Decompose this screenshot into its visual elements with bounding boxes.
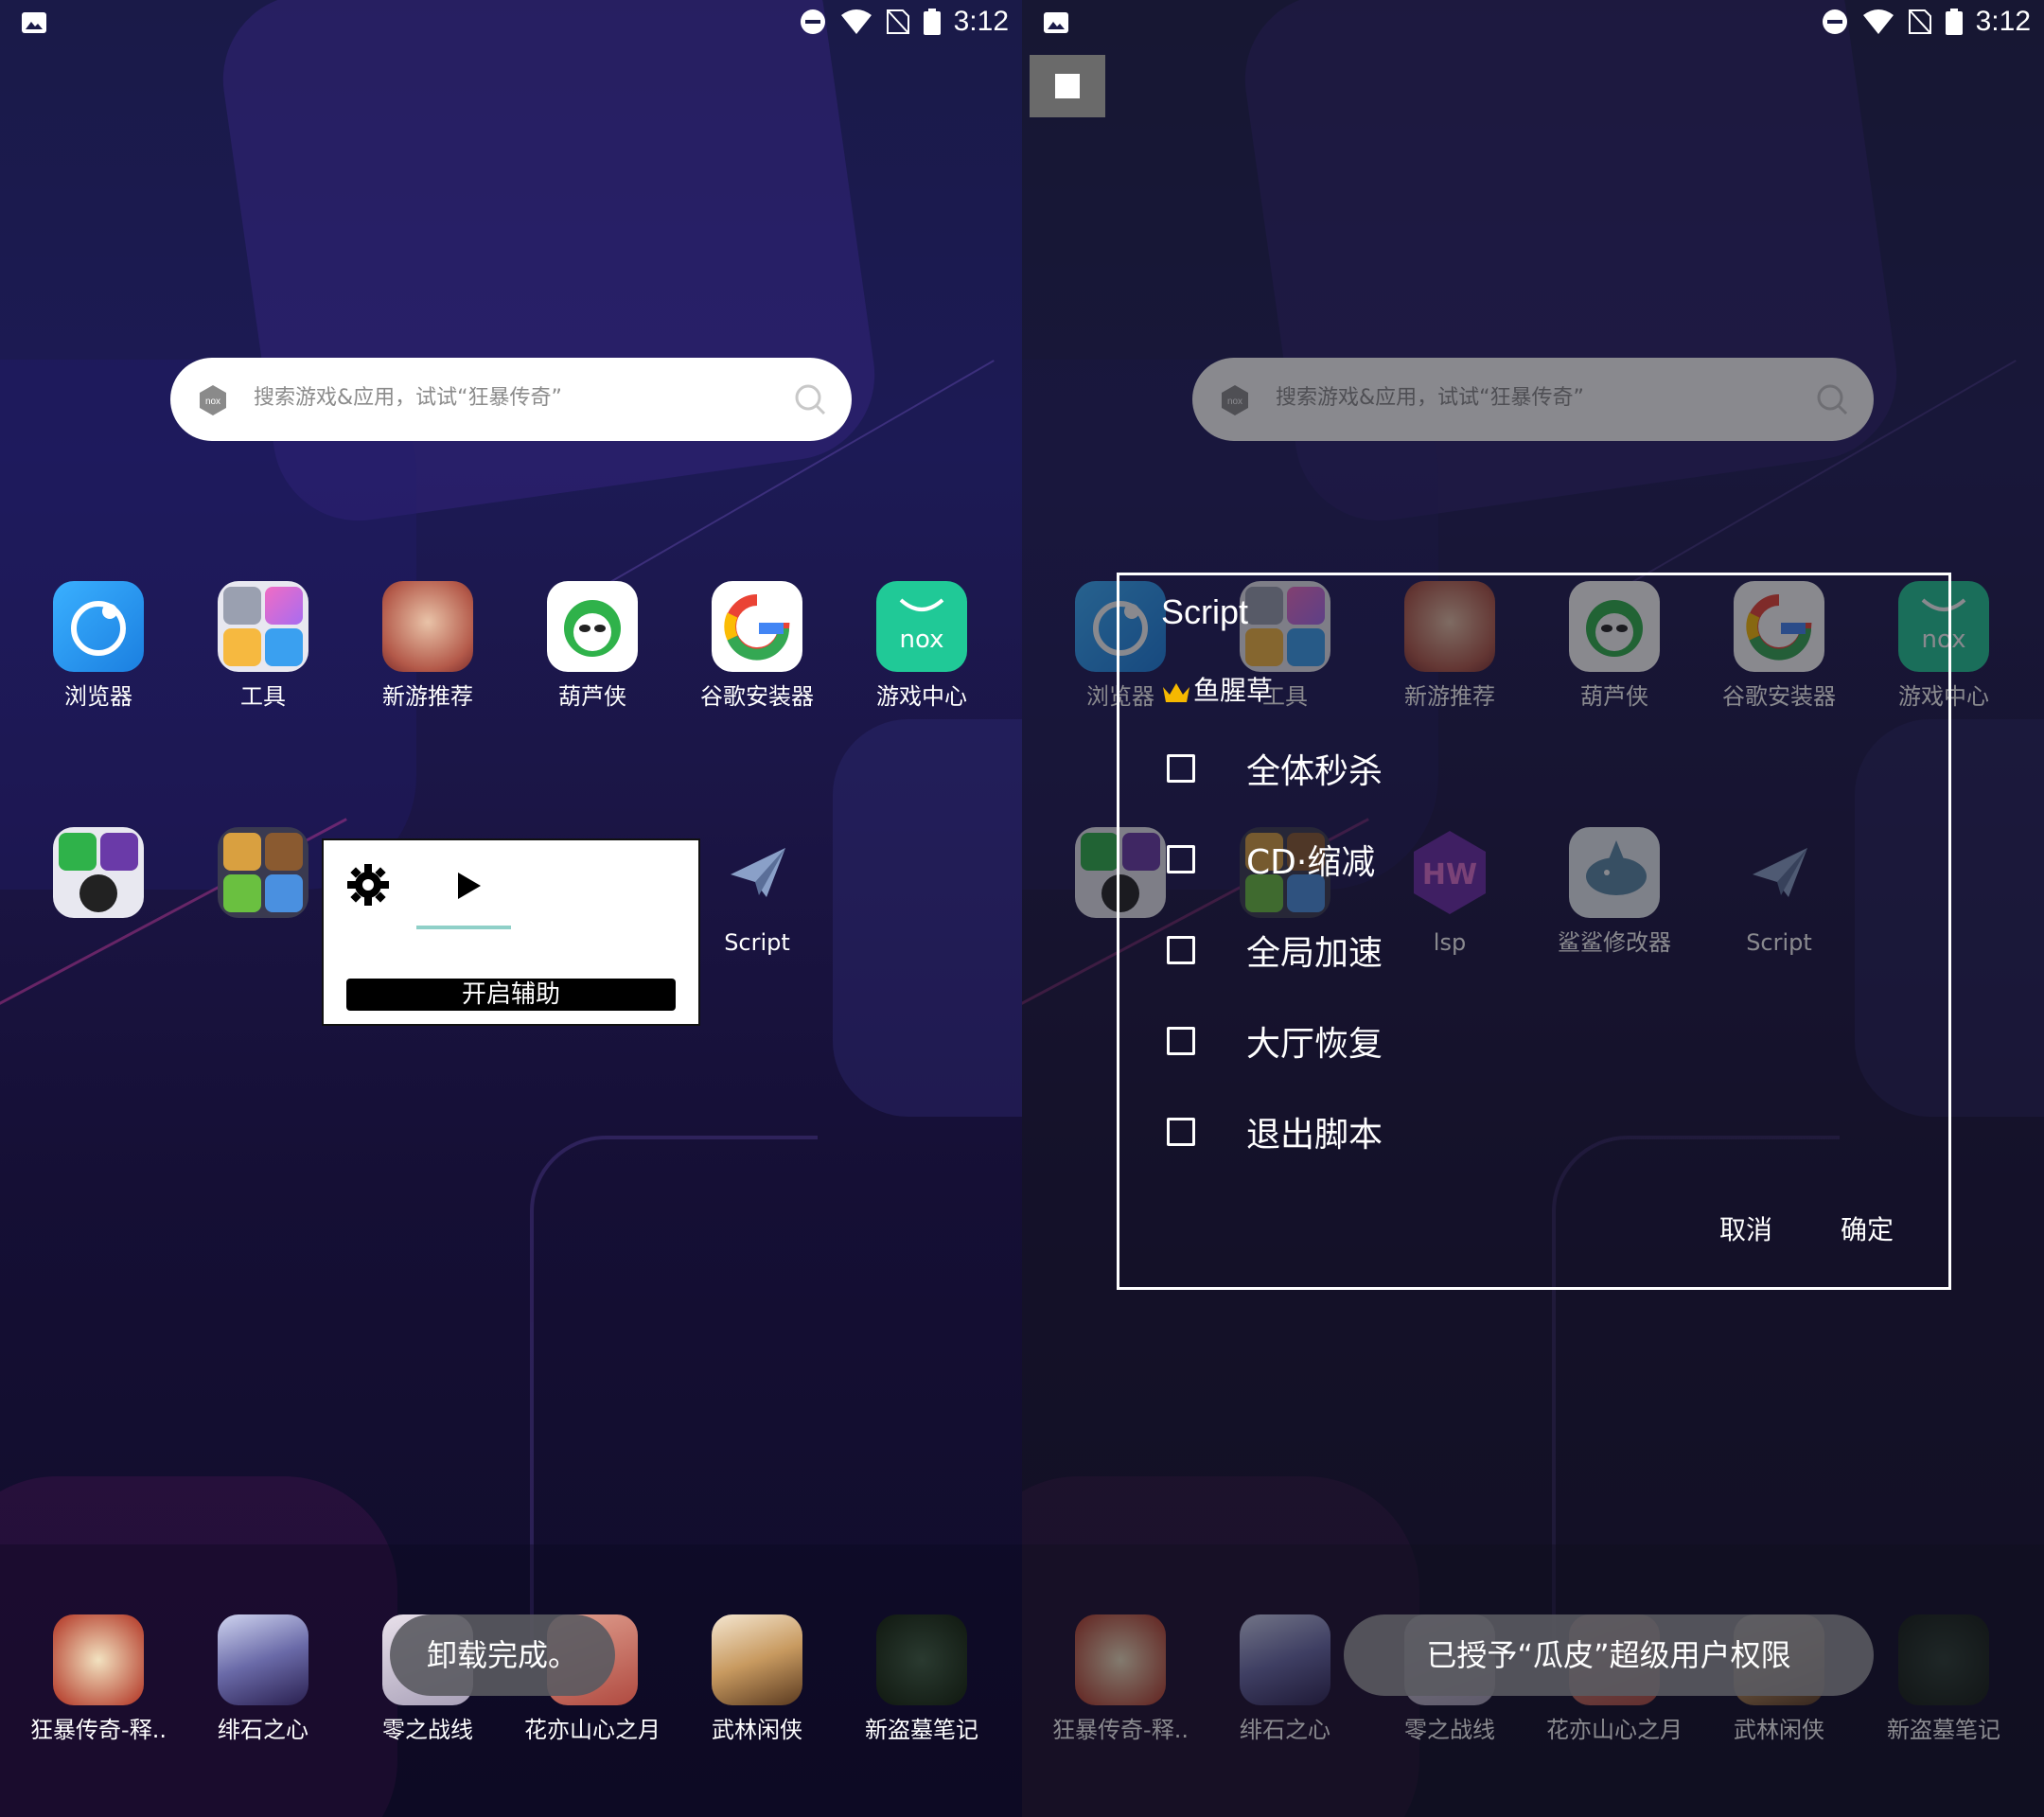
option-row[interactable]: 大厅恢复 [1167,1013,1383,1069]
clock: 3:12 [953,6,1009,37]
app-huluxia[interactable]: 葫芦侠 [510,581,675,714]
search-bar[interactable]: nox 搜索游戏&应用，试试“狂暴传奇” [170,358,852,441]
do-not-disturb-icon [800,9,825,34]
do-not-disturb-icon [1822,9,1847,34]
google-installer-icon [712,581,802,672]
left-screen: 3:12 nox 搜索游戏&应用，试试“狂暴传奇” 浏览器 工具 新游推荐 葫芦… [0,0,1022,1817]
option-label: 全局加速 [1246,934,1383,973]
app-label: 新游推荐 [382,683,473,710]
assist-popup: 开启辅助 [322,838,700,1026]
dialog-subtitle: 鱼腥草 [1161,670,1273,708]
app-folder-icon [53,827,144,918]
option-checkbox[interactable] [1167,845,1195,873]
crown-icon [1163,683,1189,702]
gallery-notification-icon [1044,12,1068,33]
status-bar: 3:12 [1022,0,2044,47]
toast-message: 卸载完成。 [390,1614,615,1696]
script-paper-plane-icon [712,827,802,918]
option-checkbox[interactable] [1167,754,1195,783]
stop-script-button[interactable] [1030,55,1105,117]
option-label: CD·缩减 [1246,843,1376,882]
app-game-center[interactable]: nox 游戏中心 [839,581,1004,714]
option-label: 全体秒杀 [1246,752,1383,791]
right-screen: nox 搜索游戏&应用，试试“狂暴传奇” 浏览器 工具 新游推荐 葫芦侠 谷歌安… [1022,0,2044,1817]
option-checkbox[interactable] [1167,1027,1195,1055]
app-label: 花亦山心之月 [524,1717,661,1743]
app-label: 新盗墓笔记 [865,1717,978,1743]
search-placeholder: 搜索游戏&应用，试试“狂暴传奇” [254,386,562,410]
search-icon[interactable] [793,382,827,416]
option-label: 退出脚本 [1246,1116,1383,1155]
huluxia-icon [547,581,638,672]
dock-app-kuangbao[interactable]: 狂暴传奇-释.. [16,1614,181,1747]
wifi-icon [840,9,872,34]
app-browser[interactable]: 浏览器 [16,581,181,714]
app-label: 游戏中心 [876,683,967,710]
kuangbao-icon [53,1614,144,1705]
daomu-icon [876,1614,967,1705]
app-label: 武林闲侠 [712,1717,802,1743]
status-bar: 3:12 [0,0,1022,47]
new-games-icon [382,581,473,672]
option-checkbox[interactable] [1167,1118,1195,1146]
option-row[interactable]: 全局加速 [1167,922,1383,979]
ok-button[interactable]: 确定 [1841,1209,1894,1247]
start-assist-button[interactable]: 开启辅助 [346,979,676,1011]
wallpaper-shape [833,719,1022,1117]
no-sim-icon [1908,9,1931,34]
option-row[interactable]: 全体秒杀 [1167,740,1383,797]
play-icon[interactable] [452,867,486,905]
games-folder-icon [218,827,308,918]
toast-message: 已授予“瓜皮”超级用户权限 [1344,1614,1874,1696]
app-label: 谷歌安装器 [700,683,814,710]
no-sim-icon [886,9,909,34]
battery-icon [1945,9,1963,35]
stop-icon [1055,74,1080,98]
game-center-icon: nox [876,581,967,672]
option-label: 大厅恢复 [1246,1025,1383,1064]
app-label: 葫芦侠 [558,683,626,710]
tab-indicator [416,926,511,929]
app-folder[interactable] [16,827,181,918]
app-label: 浏览器 [64,683,132,710]
dialog-subtitle-text: 鱼腥草 [1193,675,1274,706]
feishi-icon [218,1614,308,1705]
dock-app-wulin[interactable]: 武林闲侠 [675,1614,839,1747]
option-row[interactable]: CD·缩减 [1167,831,1375,888]
app-label: 绯石之心 [218,1717,308,1743]
wifi-icon [1862,9,1894,34]
svg-text:nox: nox [900,626,944,654]
option-checkbox[interactable] [1167,936,1195,964]
dock-app-feishi[interactable]: 绯石之心 [181,1614,345,1747]
dock-app-daomu[interactable]: 新盗墓笔记 [839,1614,1004,1747]
app-label: 工具 [240,683,286,710]
nox-logo-icon: nox [200,385,226,415]
cancel-button[interactable]: 取消 [1719,1209,1772,1247]
script-dialog: Script 鱼腥草 全体秒杀 CD·缩减 全局加速 大厅恢复 退出脚本 取消 … [1117,573,1951,1290]
app-new-games[interactable]: 新游推荐 [345,581,510,714]
option-row[interactable]: 退出脚本 [1167,1103,1383,1160]
app-label: 零之战线 [382,1717,473,1743]
svg-text:nox: nox [205,397,220,407]
settings-gear-icon[interactable] [344,861,392,908]
app-label: 狂暴传奇-释.. [30,1717,167,1743]
browser-icon [53,581,144,672]
clock: 3:12 [1975,6,2031,37]
battery-icon [923,9,941,35]
gallery-notification-icon [22,12,46,33]
games-folder[interactable] [181,827,345,918]
app-tools[interactable]: 工具 [181,581,345,714]
wulin-icon [712,1614,802,1705]
dialog-title: Script [1161,592,1249,631]
app-google-installer[interactable]: 谷歌安装器 [675,581,839,714]
tools-folder-icon [218,581,308,672]
